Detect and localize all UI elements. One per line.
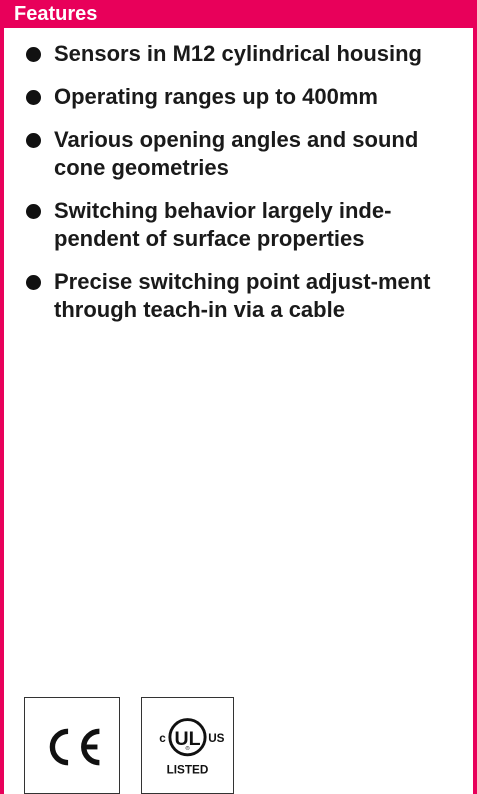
ce-mark-logo: [24, 697, 120, 794]
feature-text: Various opening angles and sound cone ge…: [54, 127, 419, 180]
features-panel: Features Sensors in M12 cylindrical hous…: [0, 0, 477, 794]
feature-item: Precise switching point adjust-ment thro…: [4, 268, 463, 324]
ul-listed-logo: UL ® c US LISTED: [141, 697, 234, 794]
svg-text:c: c: [159, 732, 166, 745]
ul-listed-icon: UL ® c US LISTED: [159, 718, 225, 776]
svg-text:LISTED: LISTED: [167, 763, 209, 776]
feature-item: Switching behavior largely inde-pendent …: [4, 197, 463, 253]
section-title: Features: [14, 3, 98, 25]
bullet-icon: [26, 47, 41, 62]
svg-text:US: US: [208, 732, 224, 745]
bullet-icon: [26, 90, 41, 105]
bullet-icon: [26, 275, 41, 290]
svg-text:®: ®: [185, 745, 190, 752]
feature-list: Sensors in M12 cylindrical housing Opera…: [4, 40, 463, 339]
feature-text: Switching behavior largely inde-pendent …: [54, 198, 392, 251]
feature-item: Sensors in M12 cylindrical housing: [4, 40, 463, 68]
bullet-icon: [26, 133, 41, 148]
bullet-icon: [26, 204, 41, 219]
section-header: Features: [4, 0, 473, 28]
feature-item: Operating ranges up to 400mm: [4, 83, 463, 111]
feature-text: Precise switching point adjust-ment thro…: [54, 269, 431, 322]
feature-text: Operating ranges up to 400mm: [54, 84, 378, 109]
feature-text: Sensors in M12 cylindrical housing: [54, 41, 422, 66]
ce-mark-icon: [49, 728, 100, 766]
feature-item: Various opening angles and sound cone ge…: [4, 126, 463, 182]
